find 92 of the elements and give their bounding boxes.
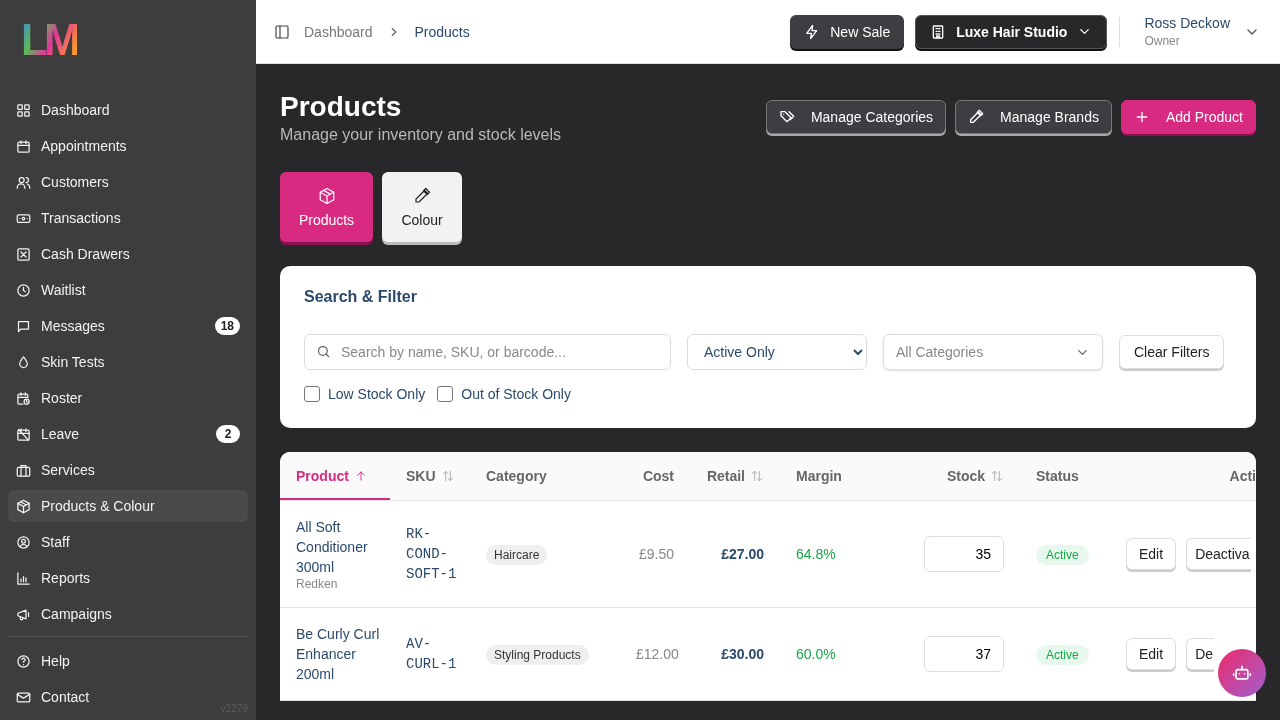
user-menu[interactable]: Ross Deckow Owner bbox=[1144, 15, 1260, 48]
new-sale-button[interactable]: New Sale bbox=[790, 14, 905, 49]
user-role: Owner bbox=[1144, 34, 1181, 48]
tag-icon bbox=[778, 109, 795, 125]
stock-input[interactable]: 37 bbox=[924, 636, 1004, 672]
column-header: Status bbox=[1020, 452, 1110, 501]
sidebar-item[interactable]: Messages 18 bbox=[8, 310, 248, 342]
count-badge: 2 bbox=[216, 425, 240, 443]
column-header: Acti bbox=[1110, 452, 1256, 501]
sidebar-item[interactable]: Products & Colour bbox=[8, 490, 248, 522]
search-field[interactable]: Search by name, SKU, or barcode... bbox=[304, 334, 671, 370]
sidebar-item[interactable]: Services bbox=[8, 454, 248, 486]
sidebar-item[interactable]: Staff bbox=[8, 526, 248, 558]
user-circle-icon bbox=[16, 534, 31, 550]
users-icon bbox=[16, 174, 31, 190]
breadcrumb-link[interactable]: Products bbox=[414, 23, 470, 40]
product-name[interactable]: All Soft Conditioner 300ml bbox=[296, 517, 380, 577]
category-tag: Styling Products bbox=[486, 645, 589, 665]
sidebar-item[interactable]: Skin Tests bbox=[8, 346, 248, 378]
mail-icon bbox=[16, 689, 31, 705]
sidebar-item[interactable]: Roster bbox=[8, 382, 248, 414]
category-select[interactable]: All Categories bbox=[883, 334, 1103, 370]
deactivate-button[interactable]: Deactiva bbox=[1186, 538, 1251, 570]
sidebar-item[interactable]: Help bbox=[8, 645, 86, 677]
breadcrumb-link[interactable]: Dashboard bbox=[304, 23, 373, 40]
status-select[interactable]: Active Only bbox=[687, 334, 867, 370]
count-badge: 18 bbox=[214, 317, 240, 335]
retail-text: £27.00 bbox=[721, 546, 764, 562]
checkbox-label[interactable]: Low Stock Only bbox=[328, 386, 426, 402]
sidebar-item[interactable]: Customers bbox=[8, 166, 248, 198]
sidebar-item[interactable]: Contact bbox=[8, 681, 106, 713]
checkbox[interactable] bbox=[437, 386, 454, 402]
briefcase-icon bbox=[16, 462, 31, 478]
brand-name: Redken bbox=[296, 577, 339, 591]
page-title: Products bbox=[280, 90, 403, 124]
sidebar-item[interactable]: Appointments bbox=[8, 130, 248, 162]
margin-text: 60.0% bbox=[796, 646, 836, 662]
column-header: Category bbox=[470, 452, 620, 501]
square-x-icon bbox=[16, 246, 31, 262]
sidebar-item[interactable]: Dashboard bbox=[8, 94, 248, 126]
column-header: Margin bbox=[780, 452, 880, 501]
view-tab[interactable]: Colour bbox=[382, 172, 462, 242]
message-icon bbox=[16, 318, 31, 334]
location-dropdown[interactable]: Luxe Hair Studio bbox=[915, 14, 1108, 49]
margin-text: 64.8% bbox=[796, 546, 836, 562]
grid-icon bbox=[16, 102, 31, 118]
package-icon bbox=[317, 186, 336, 205]
column-header: Cost bbox=[620, 452, 690, 501]
edit-button[interactable]: Edit bbox=[1126, 638, 1177, 670]
calendar-icon bbox=[16, 138, 31, 154]
add-product-button[interactable]: Add Product bbox=[1120, 100, 1256, 134]
checkbox[interactable] bbox=[304, 386, 320, 402]
calendar-clock-icon bbox=[16, 390, 31, 406]
column-header[interactable]: Stock bbox=[880, 452, 1020, 501]
sku-text: RK-COND-SOFT-1 bbox=[406, 525, 458, 584]
column-header[interactable]: Retail bbox=[690, 452, 780, 501]
view-tab[interactable]: Products bbox=[280, 172, 373, 242]
droplet-icon bbox=[16, 354, 31, 370]
sidebar-item[interactable]: Cash Drawers bbox=[8, 238, 248, 270]
sidebar-item[interactable]: Waitlist bbox=[8, 274, 248, 306]
deactivate-button[interactable]: De bbox=[1186, 638, 1215, 670]
clear-filters-button[interactable]: Clear Filters bbox=[1119, 335, 1225, 369]
page-subtitle: Manage your inventory and stock levels bbox=[280, 126, 562, 144]
column-header[interactable]: SKU bbox=[390, 452, 470, 501]
help-icon bbox=[16, 653, 31, 669]
sidebar-item[interactable]: Campaigns bbox=[8, 598, 248, 630]
product-name[interactable]: Be Curly Curl Enhancer 200ml bbox=[296, 624, 380, 684]
bar-chart-icon bbox=[16, 570, 31, 586]
checkbox-label[interactable]: Out of Stock Only bbox=[461, 386, 571, 402]
package-icon bbox=[16, 498, 31, 514]
sku-text: AV-CURL-1 bbox=[406, 635, 458, 674]
calendar-x-icon bbox=[16, 426, 31, 442]
filter-title: Search & Filter bbox=[304, 288, 418, 306]
sidebar-toggle-icon[interactable] bbox=[274, 23, 290, 40]
status-badge: Active bbox=[1036, 545, 1089, 565]
clock-icon bbox=[16, 282, 31, 298]
search-icon bbox=[316, 344, 331, 359]
sidebar-item[interactable]: Reports bbox=[8, 562, 248, 594]
column-header[interactable]: Product bbox=[280, 452, 390, 501]
cost-text: £12.00 bbox=[636, 646, 679, 662]
stock-input[interactable]: 35 bbox=[924, 536, 1004, 572]
category-tag: Haircare bbox=[486, 545, 548, 565]
sidebar-item[interactable]: Transactions bbox=[8, 202, 248, 234]
manage-categories-button[interactable]: Manage Categories bbox=[765, 100, 947, 134]
cost-text: £9.50 bbox=[638, 546, 674, 562]
retail-text: £30.00 bbox=[721, 646, 764, 662]
edit-button[interactable]: Edit bbox=[1126, 538, 1177, 570]
user-name: Ross Deckow bbox=[1144, 15, 1230, 31]
status-badge: Active bbox=[1036, 645, 1089, 665]
robot-icon bbox=[1232, 663, 1252, 683]
sidebar-item[interactable]: Leave 2 bbox=[8, 418, 248, 450]
manage-brands-button[interactable]: Manage Brands bbox=[955, 100, 1112, 134]
